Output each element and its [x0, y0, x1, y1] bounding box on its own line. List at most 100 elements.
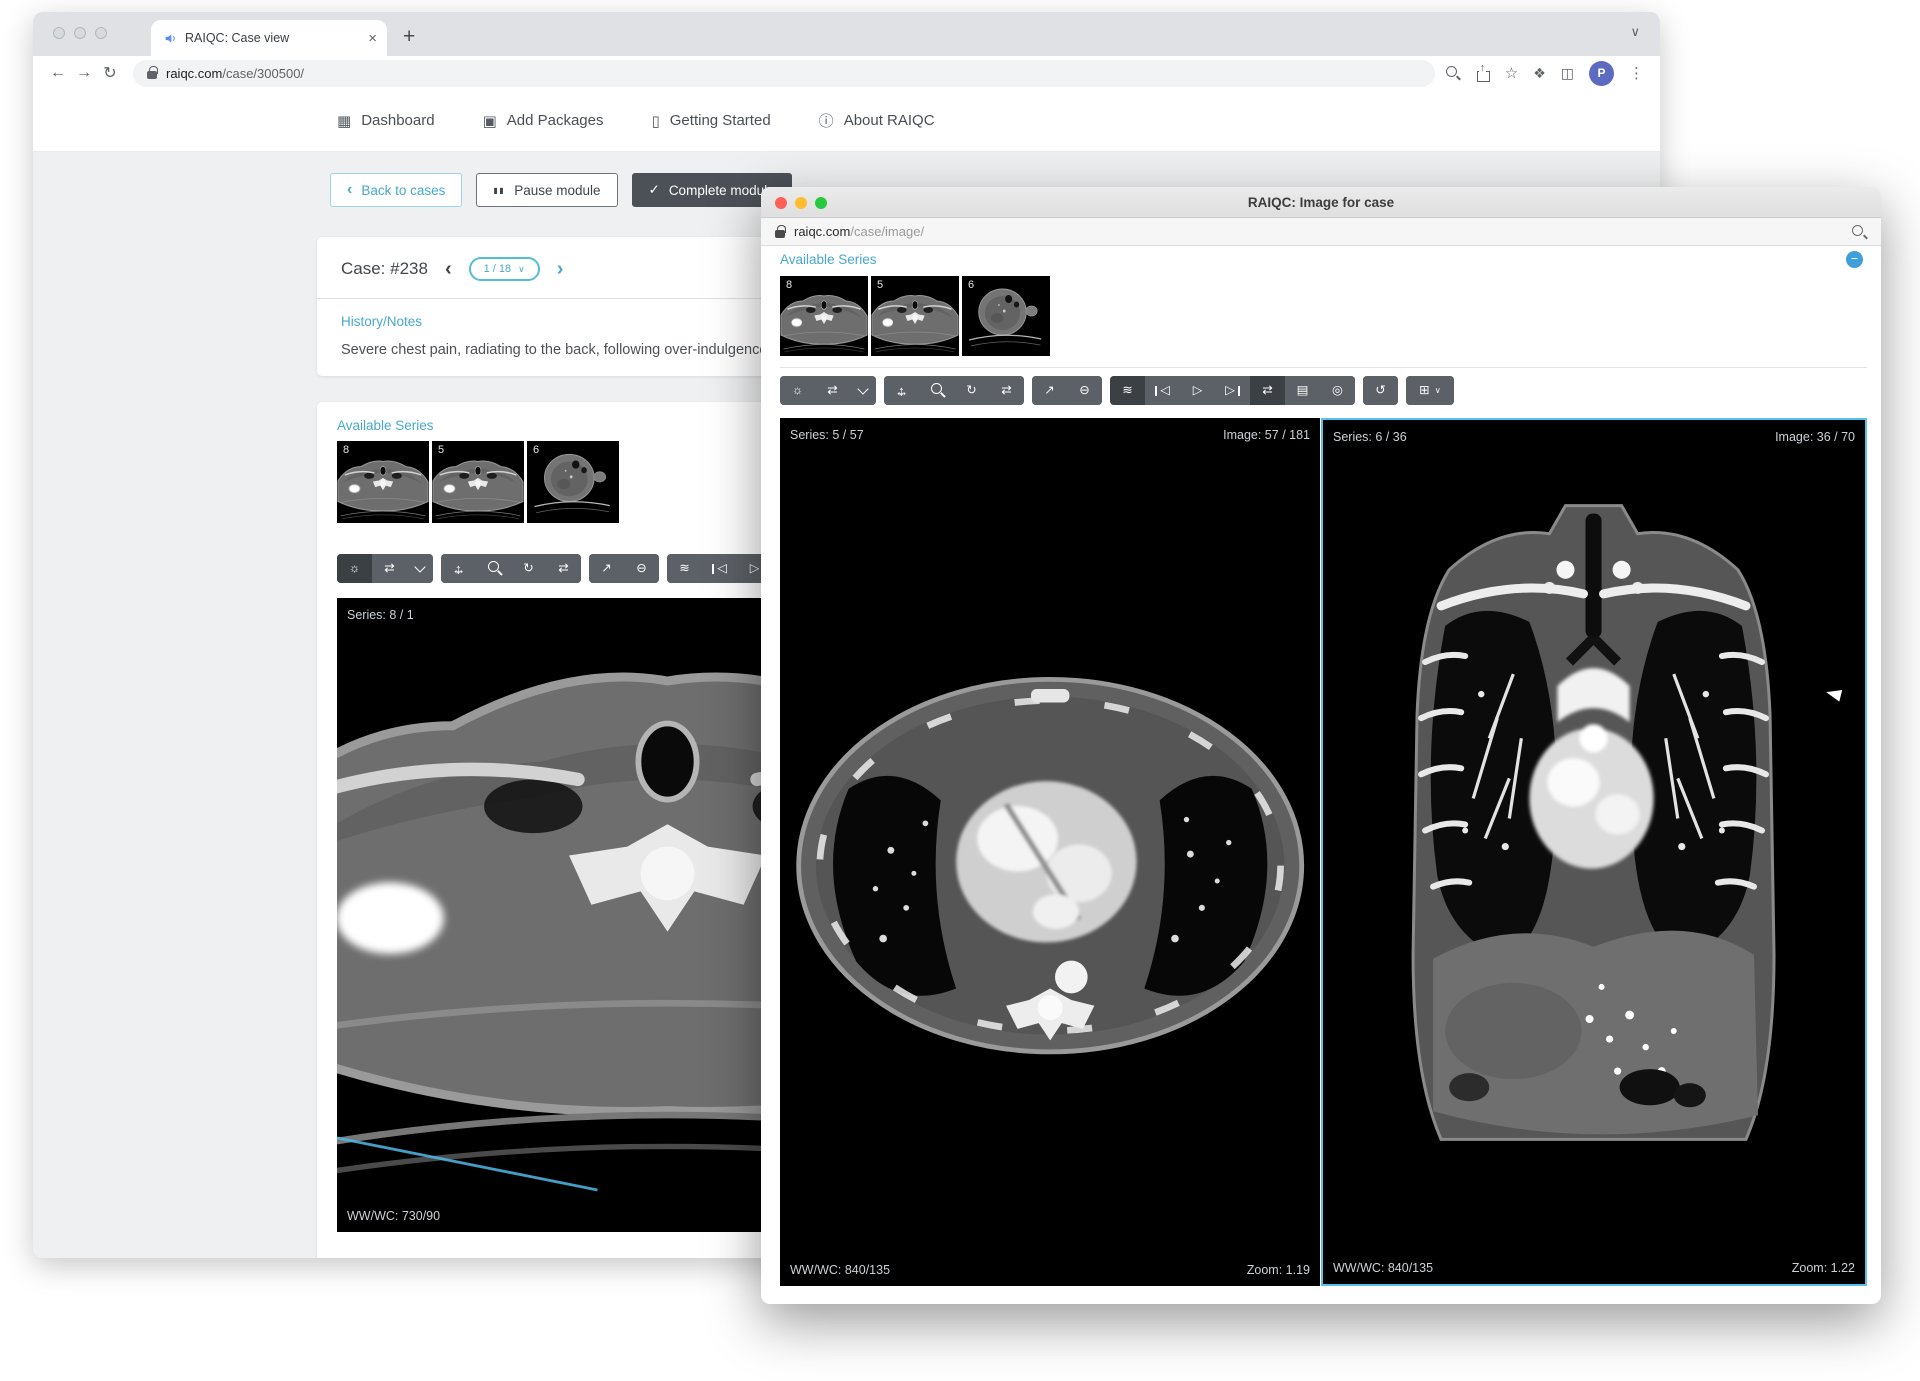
ct-viewport-coronal-active[interactable]: Series: 6 / 36 Image: 36 / 70 WW/WC: 840… — [1321, 418, 1867, 1286]
browser-tab-strip: RAIQC: Case view × + ∨ — [33, 12, 1660, 56]
minimize-window-icon[interactable] — [74, 27, 86, 39]
nav-label: About RAIQC — [844, 112, 935, 129]
series-overlay: Series: 8 / 1 — [347, 608, 414, 622]
nav-item-getting-started[interactable]: ▯ Getting Started — [652, 112, 771, 130]
zoom-overlay: Zoom: 1.19 — [1247, 1263, 1310, 1277]
nav-item-about[interactable]: ⓘ About RAIQC — [819, 110, 935, 131]
pause-module-button[interactable]: ▮▮ Pause module — [476, 173, 617, 207]
bookmark-star-icon[interactable]: ☆ — [1505, 64, 1518, 82]
window-controls[interactable] — [53, 27, 107, 39]
rotate-button[interactable]: ↻ — [511, 554, 546, 583]
layers-button[interactable]: ≋ — [667, 554, 702, 583]
brightness-button[interactable]: ☼ — [780, 376, 815, 405]
extensions-icon[interactable]: ❖ — [1533, 65, 1546, 82]
layout-button[interactable]: ⊞∨ — [1406, 376, 1454, 405]
url-domain: raiqc.com — [794, 224, 850, 239]
case-pager-dropdown[interactable]: 1 / 18 ∨ — [469, 257, 540, 281]
available-series-title: Available Series — [780, 252, 877, 267]
last-image-button[interactable]: ▷ — [1215, 376, 1250, 405]
tool-options-button[interactable] — [850, 376, 876, 405]
image-for-case-window: RAIQC: Image for case raiqc.com/case/ima… — [761, 187, 1881, 1304]
new-tab-button[interactable]: + — [403, 25, 415, 49]
reference-lines-button[interactable]: ◎ — [1320, 376, 1355, 405]
divider — [780, 367, 1867, 368]
popup-title-bar[interactable]: RAIQC: Image for case — [761, 187, 1881, 218]
close-window-icon[interactable] — [53, 27, 65, 39]
case-number-label: Case: #238 — [341, 259, 428, 279]
brightness-button[interactable]: ☼ — [337, 554, 372, 583]
viewer-toolbar: ☼⇄↻⇄↗⊖≋◁▷▷⇄▤◎↺⊞∨ — [780, 376, 1867, 405]
tool-options-button[interactable] — [407, 554, 433, 583]
pause-icon: ▮▮ — [493, 186, 505, 195]
ct-coronal-chest-image — [1393, 463, 1794, 1206]
ct-thumbnail-image — [871, 276, 959, 356]
nav-label: Dashboard — [361, 112, 434, 129]
address-bar[interactable]: raiqc.com/case/300500/ — [133, 60, 1435, 87]
zoom-window-icon[interactable] — [815, 197, 827, 209]
pan-button[interactable] — [441, 554, 476, 583]
zoom-page-icon[interactable] — [1445, 65, 1461, 81]
ct-thumbnail-image — [337, 441, 429, 523]
series-overlay: Series: 6 / 36 — [1333, 430, 1407, 444]
profile-avatar[interactable]: P — [1589, 61, 1614, 86]
chevron-left-icon: ‹ — [347, 181, 352, 199]
back-icon[interactable]: ← — [45, 64, 71, 82]
series-number-label: 6 — [968, 279, 974, 291]
series-number-label: 8 — [786, 279, 792, 291]
length-button[interactable]: ↗ — [1032, 376, 1067, 405]
tab-search-chevron-icon[interactable]: ∨ — [1630, 24, 1640, 40]
series-thumbnail-6[interactable]: 6 — [527, 441, 619, 523]
reload-icon[interactable]: ↻ — [97, 63, 123, 83]
reset-button[interactable]: ↺ — [1363, 376, 1398, 405]
length-button[interactable]: ↗ — [589, 554, 624, 583]
layers-button[interactable]: ≋ — [1110, 376, 1145, 405]
close-window-icon[interactable] — [775, 197, 787, 209]
flip-button[interactable]: ⇄ — [546, 554, 581, 583]
series-thumbnail-8[interactable]: 8 — [337, 441, 429, 523]
popup-address-bar[interactable]: raiqc.com/case/image/ — [761, 218, 1881, 246]
back-to-cases-button[interactable]: ‹ Back to cases — [330, 173, 462, 207]
pager-value: 1 / 18 — [484, 263, 512, 275]
series-thumbnail-5[interactable]: 5 — [871, 276, 959, 356]
chevron-down-icon: ∨ — [518, 264, 525, 275]
series-number-label: 5 — [438, 444, 444, 456]
loop-button[interactable]: ⇄ — [1250, 376, 1285, 405]
ct-viewport-axial[interactable]: Series: 5 / 57 Image: 57 / 181 WW/WC: 84… — [780, 418, 1320, 1286]
pan-button[interactable] — [884, 376, 919, 405]
magnify-button[interactable] — [476, 554, 511, 583]
next-case-icon[interactable]: › — [557, 259, 564, 279]
forward-icon[interactable]: → — [71, 64, 97, 82]
previous-case-icon[interactable]: ‹ — [445, 259, 452, 279]
magnify-button[interactable] — [919, 376, 954, 405]
first-image-button[interactable]: ◁ — [1145, 376, 1180, 405]
cine-button[interactable]: ⇄ — [372, 554, 407, 583]
zoom-window-icon[interactable] — [95, 27, 107, 39]
share-icon[interactable] — [1476, 65, 1490, 81]
ellipse-button[interactable]: ⊖ — [1067, 376, 1102, 405]
ellipse-button[interactable]: ⊖ — [624, 554, 659, 583]
play-button[interactable]: ▷ — [1180, 376, 1215, 405]
first-image-button[interactable]: ◁ — [702, 554, 737, 583]
sidebar-icon[interactable]: ◫ — [1561, 65, 1574, 82]
cine-button[interactable]: ⇄ — [815, 376, 850, 405]
series-thumbnail-8[interactable]: 8 — [780, 276, 868, 356]
flip-button[interactable]: ⇄ — [989, 376, 1024, 405]
browser-menu-icon[interactable]: ⋮ — [1629, 64, 1644, 82]
series-thumbnail-5[interactable]: 5 — [432, 441, 524, 523]
series-number-label: 5 — [877, 279, 883, 291]
zoom-overlay: Zoom: 1.22 — [1792, 1261, 1855, 1275]
nav-item-dashboard[interactable]: ▦ Dashboard — [337, 112, 435, 130]
minimize-window-icon[interactable] — [795, 197, 807, 209]
browser-tab[interactable]: RAIQC: Case view × — [151, 20, 387, 56]
dashboard-grid-icon: ▦ — [337, 112, 351, 130]
rotate-button[interactable]: ↻ — [954, 376, 989, 405]
url-path: /case/image/ — [850, 224, 924, 239]
nav-item-add-packages[interactable]: ▣ Add Packages — [483, 112, 604, 130]
wwwc-panel-button[interactable]: ▤ — [1285, 376, 1320, 405]
search-icon[interactable] — [1851, 224, 1867, 240]
series-thumbnail-6[interactable]: 6 — [962, 276, 1050, 356]
collapse-series-icon[interactable]: − — [1846, 251, 1863, 268]
window-controls[interactable] — [775, 197, 827, 209]
wwwc-overlay: WW/WC: 840/135 — [790, 1263, 890, 1277]
tab-close-icon[interactable]: × — [368, 30, 377, 47]
